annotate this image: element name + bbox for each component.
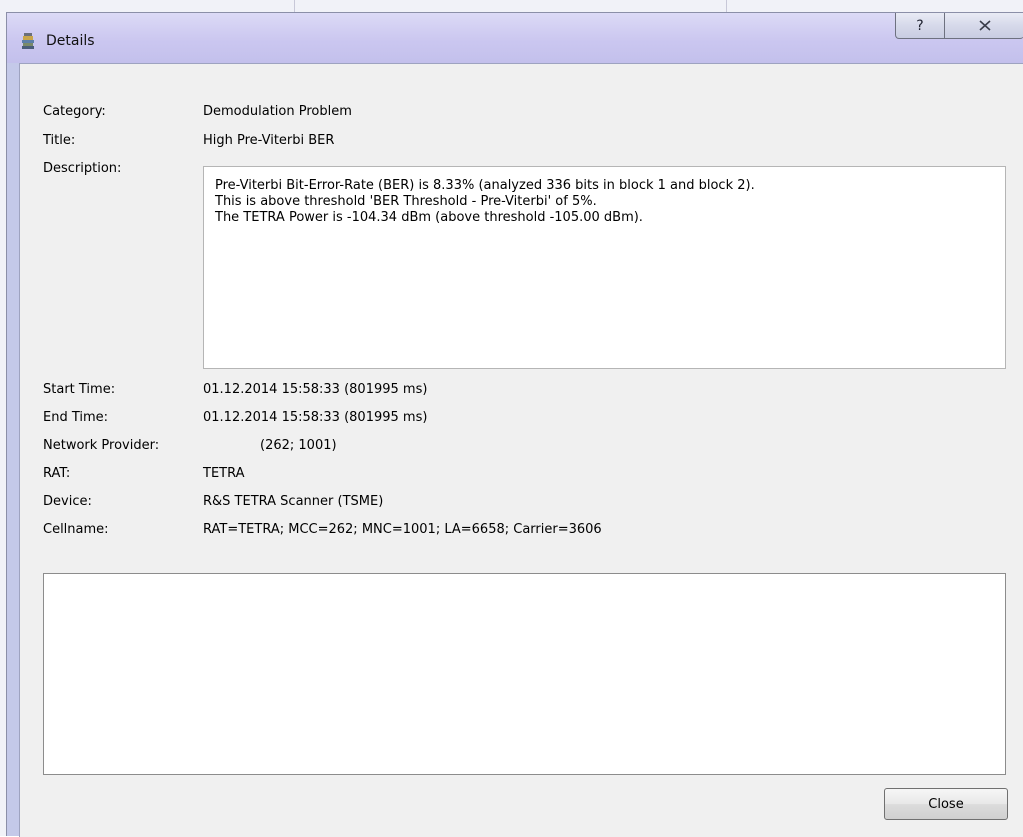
category-label: Category: [43,104,106,119]
network-provider-label: Network Provider: [43,438,160,453]
description-text-area[interactable]: Pre-Viterbi Bit-Error-Rate (BER) is 8.33… [203,166,1006,369]
dialog-content: Category: Demodulation Problem Title: Hi… [19,63,1023,837]
rat-label: RAT: [43,466,71,481]
device-value: R&S TETRA Scanner (TSME) [203,494,384,509]
dialog-title: Details [46,33,95,49]
app-icon [20,31,36,51]
start-time-value: 01.12.2014 15:58:33 (801995 ms) [203,382,428,397]
title-bar[interactable]: Details ? [7,13,1023,63]
title-value: High Pre-Viterbi BER [203,133,335,148]
cellname-label: Cellname: [43,522,109,537]
rat-value: TETRA [203,466,245,481]
close-icon [978,20,991,31]
end-time-value: 01.12.2014 15:58:33 (801995 ms) [203,410,428,425]
device-label: Device: [43,494,92,509]
title-label: Title: [43,133,76,148]
help-button[interactable]: ? [895,13,945,39]
start-time-label: Start Time: [43,382,116,397]
close-button[interactable]: Close [884,788,1008,820]
description-line: Pre-Viterbi Bit-Error-Rate (BER) is 8.33… [215,178,755,193]
description-label: Description: [43,161,122,176]
description-line: The TETRA Power is -104.34 dBm (above th… [215,210,643,225]
description-line: This is above threshold 'BER Threshold -… [215,194,597,209]
notes-text-area[interactable] [43,573,1006,775]
help-icon: ? [916,17,924,34]
cellname-value: RAT=TETRA; MCC=262; MNC=1001; LA=6658; C… [203,522,602,537]
end-time-label: End Time: [43,410,109,425]
category-value: Demodulation Problem [203,104,352,119]
title-close-button[interactable] [944,13,1023,39]
network-provider-value: (262; 1001) [260,438,337,453]
details-dialog: Details ? Category: Demodulation Problem… [6,12,1023,837]
